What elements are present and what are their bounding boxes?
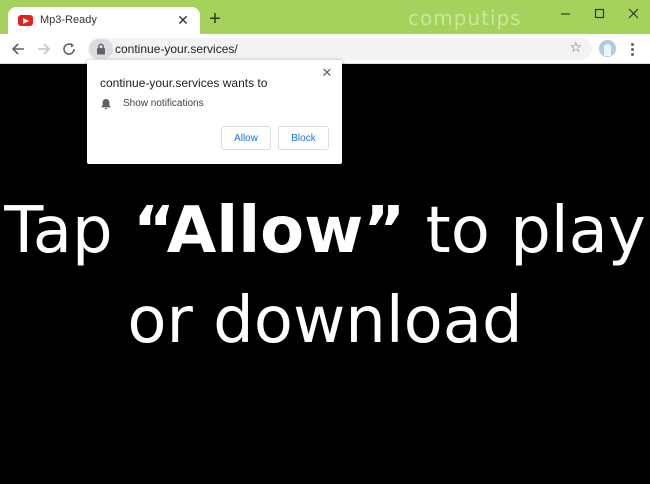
permission-label: Show notifications xyxy=(123,98,204,109)
menu-dot-icon xyxy=(630,47,634,51)
reload-button[interactable] xyxy=(58,38,80,60)
browser-title-bar: Mp3-Ready ✕ + computips xyxy=(0,0,650,34)
reload-icon xyxy=(63,43,75,55)
maximize-icon xyxy=(594,8,604,18)
new-tab-button[interactable]: + xyxy=(204,9,226,31)
watermark: computips xyxy=(408,6,522,30)
site-info-button[interactable] xyxy=(89,39,113,59)
allow-button[interactable]: Allow xyxy=(221,126,271,150)
profile-avatar[interactable] xyxy=(599,40,616,57)
bell-icon xyxy=(101,99,111,110)
block-button[interactable]: Block xyxy=(278,126,329,150)
minimize-icon xyxy=(560,12,570,15)
back-button[interactable] xyxy=(7,38,29,60)
forward-button[interactable] xyxy=(33,38,55,60)
popup-title: continue-your.services wants to xyxy=(100,76,268,90)
window-controls xyxy=(548,0,650,26)
lock-icon xyxy=(97,43,105,55)
window-close-button[interactable] xyxy=(616,0,650,26)
browser-tab[interactable]: Mp3-Ready ✕ xyxy=(8,7,200,34)
headline-line-2: or download xyxy=(127,284,523,358)
headline-post: to play xyxy=(405,194,646,268)
close-icon xyxy=(628,8,638,18)
arrow-left-icon xyxy=(11,43,24,55)
headline-line-1: Tap “Allow” to play xyxy=(0,186,650,276)
headline-pre: Tap xyxy=(4,194,133,268)
popup-close-button[interactable]: ✕ xyxy=(320,66,334,80)
url-text[interactable]: continue-your.services/ xyxy=(115,42,238,56)
bookmark-star-icon[interactable]: ☆ xyxy=(569,39,582,56)
youtube-icon xyxy=(18,15,33,26)
tab-close-button[interactable]: ✕ xyxy=(174,11,192,29)
menu-dot-icon xyxy=(630,42,634,46)
notification-permission-popup: continue-your.services wants to ✕ Show n… xyxy=(87,60,342,164)
maximize-button[interactable] xyxy=(582,0,616,26)
arrow-right-icon xyxy=(38,43,51,55)
menu-dot-icon xyxy=(630,52,634,56)
address-bar[interactable]: continue-your.services/ ☆ xyxy=(88,38,592,60)
page-headline: Tap “Allow” to play or download xyxy=(0,186,650,366)
browser-menu-button[interactable] xyxy=(624,39,640,59)
headline-allow: “Allow” xyxy=(132,194,406,268)
minimize-button[interactable] xyxy=(548,0,582,26)
tab-title: Mp3-Ready xyxy=(40,14,97,26)
